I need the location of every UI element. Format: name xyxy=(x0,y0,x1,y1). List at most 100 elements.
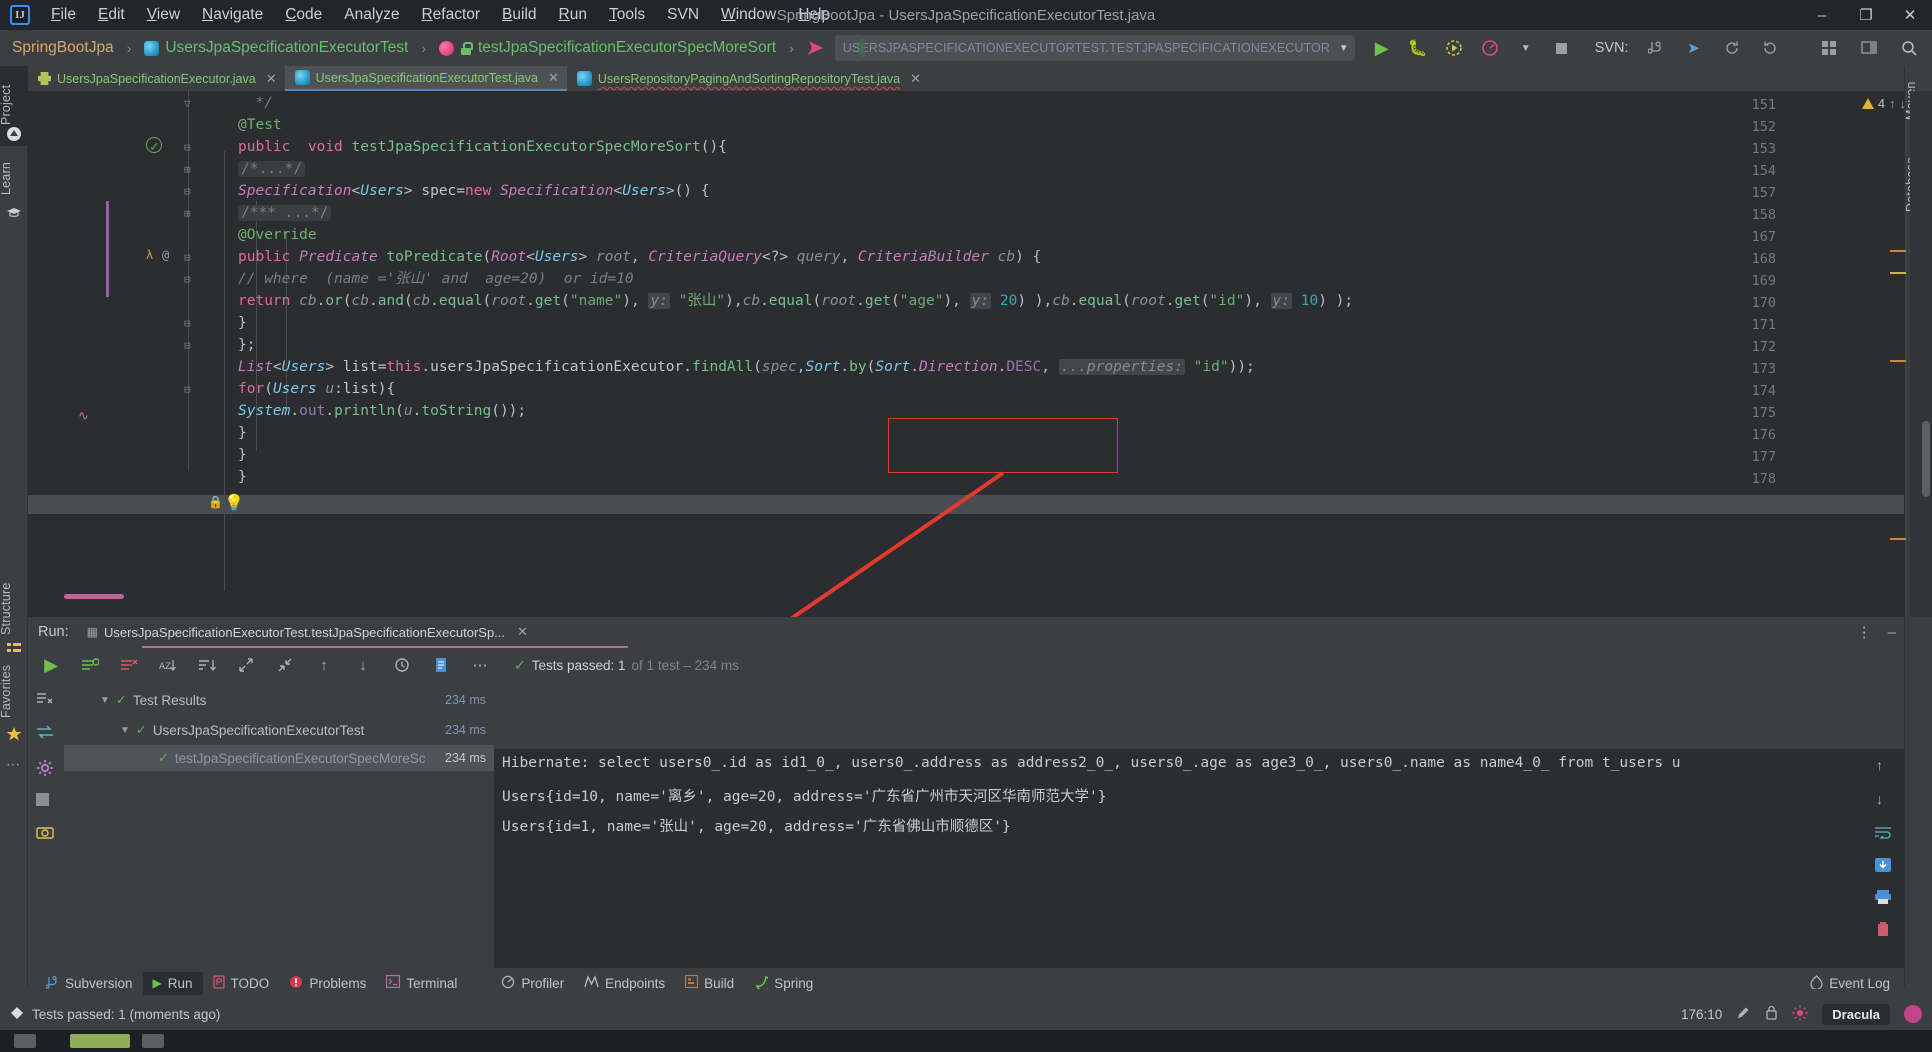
debug-button[interactable]: 🐛 xyxy=(1407,37,1429,59)
test-tree-row-test-class[interactable]: ▼ ✓ UsersJpaSpecificationExecutorTest 23… xyxy=(64,717,494,743)
expand-all-icon[interactable] xyxy=(235,654,257,676)
stop-button[interactable] xyxy=(1551,37,1573,59)
bottom-button-build[interactable]: Build xyxy=(675,971,744,995)
stop-square-icon[interactable] xyxy=(36,793,49,811)
soft-wrap-icon[interactable] xyxy=(1874,825,1892,844)
bottom-button-terminal[interactable]: Terminal xyxy=(376,971,467,995)
chevron-down-icon[interactable]: ▼ xyxy=(120,725,130,736)
theme-selector[interactable]: Dracula xyxy=(1822,1003,1890,1025)
menu-item-view[interactable]: View xyxy=(136,3,191,27)
inspection-warning-count[interactable]: 4 ↑ ↓ xyxy=(1862,96,1906,111)
more-options-icon[interactable]: ⋯ xyxy=(469,654,491,676)
menu-item-analyze[interactable]: Analyze xyxy=(333,3,410,27)
menu-item-build[interactable]: Build xyxy=(491,3,547,27)
rollback-icon[interactable] xyxy=(1759,37,1781,59)
analysis-marker[interactable] xyxy=(1890,250,1906,252)
close-icon[interactable]: ✕ xyxy=(548,70,559,86)
more-options-icon[interactable]: ⋯ xyxy=(6,756,22,772)
bottom-button-profiler[interactable]: Profiler xyxy=(491,971,574,996)
bottom-button-subversion[interactable]: Subversion xyxy=(36,971,143,996)
menu-item-file[interactable]: File xyxy=(40,3,87,27)
print-icon[interactable] xyxy=(1874,889,1892,910)
chevron-down-icon[interactable]: ▼ xyxy=(1339,43,1349,54)
filter-failed-tests-icon[interactable] xyxy=(118,654,140,676)
edit-pencil-icon[interactable] xyxy=(1736,1005,1751,1023)
bottom-button-problems[interactable]: Problems xyxy=(279,971,376,996)
menu-item-refactor[interactable]: Refactor xyxy=(410,3,491,27)
close-icon[interactable]: ✕ xyxy=(517,624,528,640)
search-icon[interactable] xyxy=(1898,37,1920,59)
sidebar-item-learn[interactable]: Learn xyxy=(0,152,28,214)
caret-position[interactable]: 176:10 xyxy=(1681,1007,1722,1022)
run-tab[interactable]: ▦ UsersJpaSpecificationExecutorTest.test… xyxy=(87,624,528,640)
close-icon[interactable]: ✕ xyxy=(910,71,921,87)
editor-tab-users-jpa-specification-executor-test[interactable]: UsersJpaSpecificationExecutorTest.java ✕ xyxy=(284,66,567,91)
menu-item-svn[interactable]: SVN xyxy=(656,3,710,27)
preview-icon[interactable] xyxy=(1858,37,1880,59)
maximize-button[interactable]: ❐ xyxy=(1844,0,1888,30)
update-project-icon[interactable] xyxy=(1721,37,1743,59)
close-icon[interactable]: ✕ xyxy=(266,71,277,87)
editor-horizontal-scrollbar[interactable] xyxy=(64,594,124,599)
test-tree-row-test-method[interactable]: ✓ testJpaSpecificationExecutorSpecMoreSc… xyxy=(64,745,494,771)
breadcrumb-class[interactable]: UsersJpaSpecificationExecutorTest xyxy=(165,39,408,57)
analysis-marker[interactable] xyxy=(1890,538,1906,540)
event-log-button[interactable]: Event Log xyxy=(1810,974,1890,992)
taskbar-item[interactable] xyxy=(70,1034,130,1048)
menu-item-window[interactable]: Window xyxy=(710,3,787,27)
more-options-icon[interactable]: ⋮ xyxy=(1857,623,1872,641)
profiler-button[interactable] xyxy=(1479,37,1501,59)
editor-vertical-scrollbar[interactable] xyxy=(1922,421,1930,497)
scroll-up-icon[interactable]: ↑ xyxy=(1876,757,1883,773)
run-button[interactable]: ▶ xyxy=(1371,37,1393,59)
screenshot-icon[interactable] xyxy=(36,825,54,844)
test-history-icon[interactable] xyxy=(391,654,413,676)
close-button[interactable]: ✕ xyxy=(1888,0,1932,30)
hide-window-icon[interactable]: – xyxy=(1888,624,1896,641)
test-tree-row-test-results[interactable]: ▼ ✓ Test Results 234 ms xyxy=(64,687,494,713)
breadcrumb-method[interactable]: testJpaSpecificationExecutorSpecMoreSort xyxy=(478,39,776,57)
hide-passed-icon[interactable] xyxy=(36,691,54,710)
rerun-button[interactable]: ▶ xyxy=(40,654,62,676)
toggle-auto-test-icon[interactable] xyxy=(79,654,101,676)
menu-item-help[interactable]: Help xyxy=(787,3,841,27)
delete-trash-icon[interactable] xyxy=(1874,921,1892,942)
code-content[interactable]: */ @Test public void testJpaSpecificatio… xyxy=(28,91,1904,617)
sort-by-duration-icon[interactable] xyxy=(196,654,218,676)
menu-item-edit[interactable]: Edit xyxy=(87,3,136,27)
chevron-down-icon[interactable]: ▼ xyxy=(1515,37,1537,59)
compare-icon[interactable] xyxy=(36,725,54,744)
avatar[interactable] xyxy=(1904,1005,1922,1023)
taskbar-item[interactable] xyxy=(14,1034,36,1048)
menu-item-navigate[interactable]: Navigate xyxy=(191,3,274,27)
menu-item-code[interactable]: Code xyxy=(274,3,333,27)
previous-test-icon[interactable]: ↑ xyxy=(313,654,335,676)
run-arrow-icon[interactable]: ➤ xyxy=(805,37,824,60)
minimize-button[interactable]: – xyxy=(1800,0,1844,30)
branch-icon[interactable] xyxy=(1645,37,1667,59)
next-problem-icon[interactable]: ↓ xyxy=(1900,96,1907,111)
sidebar-item-favorites[interactable]: Favorites xyxy=(0,658,28,736)
console-output[interactable]: Hibernate: select users0_.id as id1_0_, … xyxy=(494,749,1904,994)
editor-tab-users-jpa-specification-executor[interactable]: UsersJpaSpecificationExecutor.java ✕ xyxy=(28,66,285,91)
test-results-tree[interactable]: ▼ ✓ Test Results 234 ms ▼ ✓ UsersJpaSpec… xyxy=(64,683,494,928)
bottom-button-spring[interactable]: Spring xyxy=(744,971,823,996)
export-test-results-icon[interactable] xyxy=(430,654,452,676)
scroll-down-icon[interactable]: ↓ xyxy=(1876,791,1883,807)
code-editor[interactable]: 151 152 153 154 157 158 167 168 169 170 … xyxy=(28,91,1904,617)
chevron-down-icon[interactable]: ▼ xyxy=(100,695,110,706)
menu-item-run[interactable]: Run xyxy=(548,3,598,27)
menu-item-tools[interactable]: Tools xyxy=(598,3,656,27)
bottom-button-endpoints[interactable]: Endpoints xyxy=(574,971,675,995)
breadcrumb-project[interactable]: SpringBootJpa xyxy=(12,39,114,57)
previous-problem-icon[interactable]: ↑ xyxy=(1889,96,1896,111)
settings-gear-icon[interactable] xyxy=(36,759,54,782)
editor-analysis-bar[interactable] xyxy=(1910,91,1932,617)
analysis-marker[interactable] xyxy=(1890,272,1906,274)
layout-icon[interactable] xyxy=(1818,37,1840,59)
analysis-marker[interactable] xyxy=(1890,360,1906,362)
bottom-button-todo[interactable]: TODO xyxy=(203,971,280,996)
lock-icon[interactable] xyxy=(1765,1005,1778,1023)
editor-tab-users-repository-paging-and-sorting-repository-test[interactable]: UsersRepositoryPagingAndSortingRepositor… xyxy=(567,66,929,91)
download-icon[interactable] xyxy=(1874,857,1892,878)
